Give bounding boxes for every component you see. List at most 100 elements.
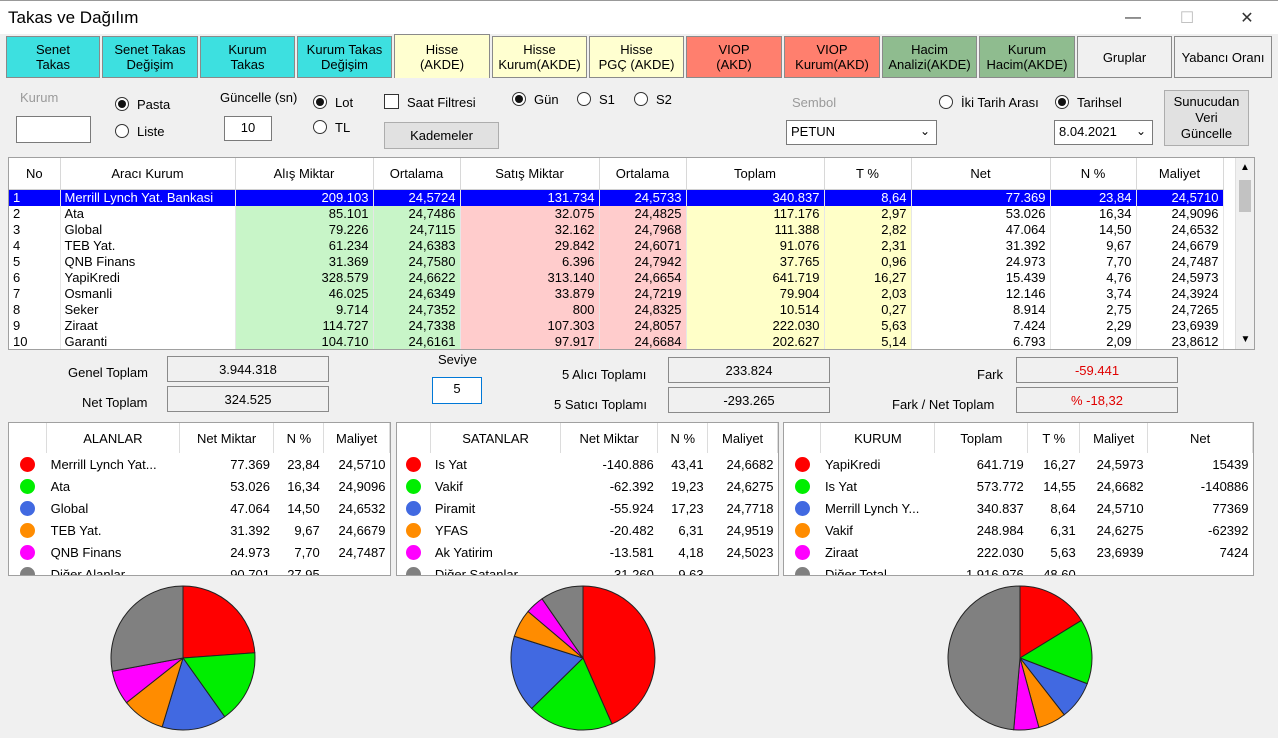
maximize-button[interactable]: ☐	[1164, 1, 1210, 35]
panel-column-header[interactable]: ALANLAR	[46, 423, 180, 453]
lot-radio[interactable]	[313, 95, 327, 109]
tab-4[interactable]: Hisse (AKDE)	[394, 34, 490, 78]
tab-6[interactable]: Hisse PGÇ (AKDE)	[589, 36, 684, 78]
table-cell: 2	[9, 205, 61, 222]
panel-column-header[interactable]: Net	[1147, 423, 1253, 453]
panel-cell: -140.886	[602, 456, 654, 472]
color-cell	[9, 541, 47, 563]
tab-5[interactable]: Hisse Kurum(AKDE)	[492, 36, 587, 78]
list-item[interactable]: QNB Finans 24.973 7,70 24,7487	[9, 541, 390, 563]
satici-toplami-label: 5 Satıcı Toplamı	[554, 397, 647, 412]
column-header[interactable]: Aracı Kurum	[60, 158, 236, 190]
list-item[interactable]: Piramit -55.924 17,23 24,7718	[397, 497, 778, 519]
table-cell: 0,96	[824, 253, 912, 270]
column-header[interactable]: Net	[911, 158, 1051, 190]
sembol-select[interactable]: PETUN ⌄	[786, 120, 937, 145]
list-item[interactable]: Global 47.064 14,50 24,6532	[9, 497, 390, 519]
tarihsel-radio[interactable]	[1055, 95, 1069, 109]
kurum-input[interactable]	[16, 116, 91, 143]
kademeler-button[interactable]: Kademeler	[384, 122, 499, 149]
scroll-thumb[interactable]	[1239, 180, 1251, 212]
panel-column-header[interactable]: Maliyet	[323, 423, 390, 453]
list-item[interactable]: TEB Yat. 31.392 9,67 24,6679	[9, 519, 390, 541]
minimize-button[interactable]: —	[1110, 1, 1156, 35]
table-row[interactable]: 10 Garanti 104.710 24,6161 97.917 24,6684 202.…	[9, 333, 1224, 349]
seviye-input[interactable]: 5	[432, 377, 482, 404]
list-item[interactable]: Diğer Total 1.916.976 48,60	[784, 563, 1253, 575]
table-cell: Seker	[60, 301, 236, 318]
list-item[interactable]: Diğer Alanlar 90.701 27,95	[9, 563, 390, 575]
s2-radio[interactable]	[634, 92, 648, 106]
column-header[interactable]: T %	[824, 158, 912, 190]
panel-column-header[interactable]: SATANLAR	[430, 423, 561, 453]
column-header[interactable]: Alış Miktar	[235, 158, 374, 190]
tab-11[interactable]: Gruplar	[1077, 36, 1172, 78]
table-cell: 2,29	[1050, 317, 1137, 334]
vertical-scrollbar[interactable]: ▲ ▼	[1235, 158, 1254, 349]
panel-column-header[interactable]: Net Miktar	[560, 423, 659, 453]
column-header[interactable]: Satış Miktar	[460, 158, 600, 190]
table-row[interactable]: 4 TEB Yat. 61.234 24,6383 29.842 24,6071 91.07…	[9, 237, 1224, 254]
panel-column-header[interactable]: KURUM	[820, 423, 936, 453]
tab-0[interactable]: Senet Takas	[6, 36, 100, 78]
liste-radio[interactable]	[115, 124, 129, 138]
list-item[interactable]: Vakif 248.984 6,31 24,6275 -62392	[784, 519, 1253, 541]
list-item[interactable]: YFAS -20.482 6,31 24,9519	[397, 519, 778, 541]
date-value: 8.04.2021	[1059, 124, 1117, 139]
column-header[interactable]: No	[9, 158, 61, 190]
list-item[interactable]: Merrill Lynch Yat... 77.369 23,84 24,5710	[9, 453, 390, 475]
list-item[interactable]: Is Yat 573.772 14,55 24,6682 -140886	[784, 475, 1253, 497]
panel-column-header[interactable]: Net Miktar	[179, 423, 275, 453]
column-header[interactable]: Maliyet	[1136, 158, 1224, 190]
tab-7[interactable]: VIOP (AKD)	[686, 36, 782, 78]
scroll-up-icon[interactable]: ▲	[1236, 162, 1254, 173]
list-item[interactable]: Ziraat 222.030 5,63 23,6939 7424	[784, 541, 1253, 563]
list-item[interactable]: Ata 53.026 16,34 24,9096	[9, 475, 390, 497]
panel-column-header[interactable]: N %	[273, 423, 325, 453]
list-item[interactable]: YapiKredi 641.719 16,27 24,5973 15439	[784, 453, 1253, 475]
pasta-radio[interactable]	[115, 97, 129, 111]
panel-cell: 24,7487	[338, 544, 386, 560]
tab-12[interactable]: Yabancı Oranı	[1174, 36, 1272, 78]
list-item[interactable]: Diğer Satanlar -31.260 9,63	[397, 563, 778, 575]
table-row[interactable]: 5 QNB Finans 31.369 24,7580 6.396 24,7942 37.7…	[9, 253, 1224, 270]
panel-cell: 31.392	[230, 522, 270, 538]
list-item[interactable]: Vakif -62.392 19,23 24,6275	[397, 475, 778, 497]
table-row[interactable]: 2 Ata 85.101 24,7486 32.075 24,4825 117.176 2,9…	[9, 205, 1224, 222]
table-cell: 8	[9, 301, 61, 318]
panel-column-header[interactable]: Toplam	[934, 423, 1029, 453]
tab-1[interactable]: Senet Takas Değişim	[102, 36, 198, 78]
list-item[interactable]: Ak Yatirim -13.581 4,18 24,5023	[397, 541, 778, 563]
panel-column-header[interactable]: N %	[657, 423, 709, 453]
tab-2[interactable]: Kurum Takas	[200, 36, 295, 78]
list-item[interactable]: Is Yat -140.886 43,41 24,6682	[397, 453, 778, 475]
column-header[interactable]: Ortalama	[373, 158, 461, 190]
iki-tarih-radio[interactable]	[939, 95, 953, 109]
tab-3[interactable]: Kurum Takas Değişim	[297, 36, 392, 78]
tl-radio[interactable]	[313, 120, 327, 134]
guncelle-input[interactable]: 10	[224, 116, 272, 141]
s1-radio[interactable]	[577, 92, 591, 106]
tab-9[interactable]: Hacim Analizi(AKDE)	[882, 36, 977, 78]
table-row[interactable]: 3 Global 79.226 24,7115 32.162 24,7968 111.388…	[9, 221, 1224, 238]
tab-8[interactable]: VIOP Kurum(AKD)	[784, 36, 880, 78]
column-header[interactable]: N %	[1050, 158, 1137, 190]
list-item[interactable]: Merrill Lynch Y... 340.837 8,64 24,5710 7736…	[784, 497, 1253, 519]
tab-10[interactable]: Kurum Hacim(AKDE)	[979, 36, 1075, 78]
panel-column-header[interactable]: T %	[1027, 423, 1081, 453]
table-row[interactable]: 9 Ziraat 114.727 24,7338 107.303 24,8057 222.0…	[9, 317, 1224, 334]
saat-filtresi-checkbox[interactable]	[384, 94, 399, 109]
table-row[interactable]: 6 YapiKredi 328.579 24,6622 313.140 24,6654 64…	[9, 269, 1224, 286]
table-row[interactable]: 8 Seker 9.714 24,7352 800 24,8325 10.514 0,27 8.…	[9, 301, 1224, 318]
sunucudan-guncelle-button[interactable]: Sunucudan Veri Güncelle	[1164, 90, 1249, 146]
date-picker[interactable]: 8.04.2021 ⌄	[1054, 120, 1153, 145]
panel-column-header[interactable]: Maliyet	[1079, 423, 1149, 453]
panel-column-header[interactable]: Maliyet	[707, 423, 778, 453]
table-row[interactable]: 1 Merrill Lynch Yat. Bankasi 209.103 24,572…	[9, 189, 1224, 206]
column-header[interactable]: Ortalama	[599, 158, 687, 190]
scroll-down-icon[interactable]: ▼	[1236, 334, 1254, 345]
table-row[interactable]: 7 Osmanli 46.025 24,6349 33.879 24,7219 79.904…	[9, 285, 1224, 302]
gun-radio[interactable]	[512, 92, 526, 106]
close-button[interactable]: ✕	[1224, 1, 1270, 35]
column-header[interactable]: Toplam	[686, 158, 825, 190]
